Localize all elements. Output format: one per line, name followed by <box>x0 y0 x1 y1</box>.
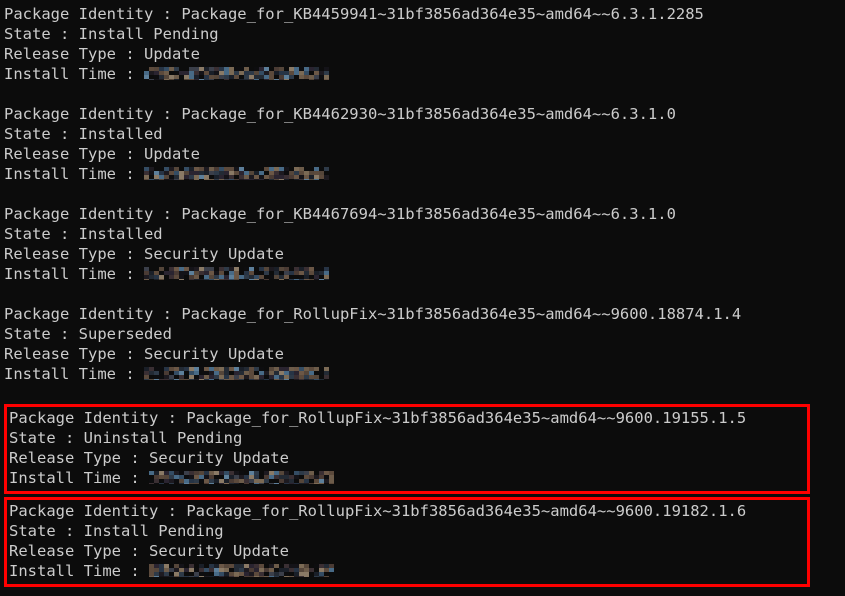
package-block: Package Identity : Package_for_KB4462930… <box>4 104 845 184</box>
install-time-redacted <box>148 564 334 577</box>
package-identity-label: Package Identity : <box>9 409 187 427</box>
package-identity-label-line: Package Identity : Package_for_RollupFix… <box>4 304 845 324</box>
package-identity-label-line: Package Identity : Package_for_RollupFix… <box>9 501 807 521</box>
install-time-label: Install Time : <box>4 365 144 383</box>
state-value: Superseded <box>78 325 172 343</box>
state-label: State : <box>9 522 84 540</box>
package-identity-label: Package Identity : <box>9 502 187 520</box>
release-type-label-line: Release Type : Security Update <box>9 448 807 468</box>
release-type-label-line: Release Type : Security Update <box>4 344 845 364</box>
package-block: Package Identity : Package_for_KB4459941… <box>4 4 845 84</box>
package-identity-label: Package Identity : <box>4 105 182 123</box>
release-type-label: Release Type : <box>4 45 144 63</box>
package-identity-label-line: Package Identity : Package_for_RollupFix… <box>9 408 807 428</box>
release-type-value: Security Update <box>143 245 284 263</box>
state-value: Install Pending <box>83 522 224 540</box>
state-label-line: State : Install Pending <box>9 521 807 541</box>
install-time-label: Install Time : <box>4 165 144 183</box>
state-label: State : <box>4 125 79 143</box>
release-type-value: Security Update <box>148 449 289 467</box>
package-identity-value: Package_for_RollupFix~31bf3856ad364e35~a… <box>181 305 742 323</box>
package-identity-label: Package Identity : <box>4 205 182 223</box>
state-label-line: State : Uninstall Pending <box>9 428 807 448</box>
package-identity-label: Package Identity : <box>4 5 182 23</box>
install-time-redacted <box>143 367 329 380</box>
state-value: Installed <box>78 125 163 143</box>
package-block: Package Identity : Package_for_RollupFix… <box>4 304 845 384</box>
install-time-line: Install Time : <box>4 164 845 184</box>
package-identity-value: Package_for_KB4467694~31bf3856ad364e35~a… <box>181 205 676 223</box>
install-time-line: Install Time : <box>4 64 845 84</box>
state-label: State : <box>9 429 84 447</box>
install-time-line: Install Time : <box>4 364 845 384</box>
state-label-line: State : Installed <box>4 224 845 244</box>
state-value: Uninstall Pending <box>83 429 243 447</box>
release-type-value: Security Update <box>143 345 284 363</box>
package-block: Package Identity : Package_for_KB4467694… <box>4 204 845 284</box>
release-type-label: Release Type : <box>4 245 144 263</box>
package-identity-label-line: Package Identity : Package_for_KB4462930… <box>4 104 845 124</box>
package-identity-value: Package_for_KB4459941~31bf3856ad364e35~a… <box>181 5 704 23</box>
state-label: State : <box>4 325 79 343</box>
install-time-redacted <box>148 471 334 484</box>
package-identity-label-line: Package Identity : Package_for_KB4459941… <box>4 4 845 24</box>
console-output[interactable]: Package Identity : Package_for_KB4459941… <box>0 0 845 596</box>
release-type-label-line: Release Type : Security Update <box>4 244 845 264</box>
package-block-highlighted: Package Identity : Package_for_RollupFix… <box>4 404 810 494</box>
state-value: Installed <box>78 225 163 243</box>
install-time-label: Install Time : <box>4 65 144 83</box>
install-time-label: Install Time : <box>9 562 149 580</box>
release-type-label: Release Type : <box>9 449 149 467</box>
package-identity-value: Package_for_RollupFix~31bf3856ad364e35~a… <box>186 409 747 427</box>
release-type-value: Update <box>143 45 200 63</box>
state-label: State : <box>4 25 79 43</box>
state-label-line: State : Installed <box>4 124 845 144</box>
package-block-highlighted: Package Identity : Package_for_RollupFix… <box>4 497 810 587</box>
release-type-value: Security Update <box>148 542 289 560</box>
release-type-label: Release Type : <box>9 542 149 560</box>
release-type-value: Update <box>143 145 200 163</box>
terminal-window: Package Identity : Package_for_KB4459941… <box>0 0 845 596</box>
install-time-label: Install Time : <box>4 265 144 283</box>
state-value: Install Pending <box>78 25 219 43</box>
install-time-line: Install Time : <box>4 264 845 284</box>
release-type-label: Release Type : <box>4 145 144 163</box>
install-time-line: Install Time : <box>9 561 807 581</box>
release-type-label-line: Release Type : Update <box>4 44 845 64</box>
package-identity-label-line: Package Identity : Package_for_KB4467694… <box>4 204 845 224</box>
package-identity-value: Package_for_KB4462930~31bf3856ad364e35~a… <box>181 105 676 123</box>
release-type-label: Release Type : <box>4 345 144 363</box>
install-time-label: Install Time : <box>9 469 149 487</box>
install-time-redacted <box>143 167 329 180</box>
install-time-redacted <box>143 67 329 80</box>
release-type-label-line: Release Type : Update <box>4 144 845 164</box>
state-label-line: State : Superseded <box>4 324 845 344</box>
state-label: State : <box>4 225 79 243</box>
package-identity-value: Package_for_RollupFix~31bf3856ad364e35~a… <box>186 502 747 520</box>
package-identity-label: Package Identity : <box>4 305 182 323</box>
install-time-redacted <box>143 267 329 280</box>
install-time-line: Install Time : <box>9 468 807 488</box>
state-label-line: State : Install Pending <box>4 24 845 44</box>
release-type-label-line: Release Type : Security Update <box>9 541 807 561</box>
